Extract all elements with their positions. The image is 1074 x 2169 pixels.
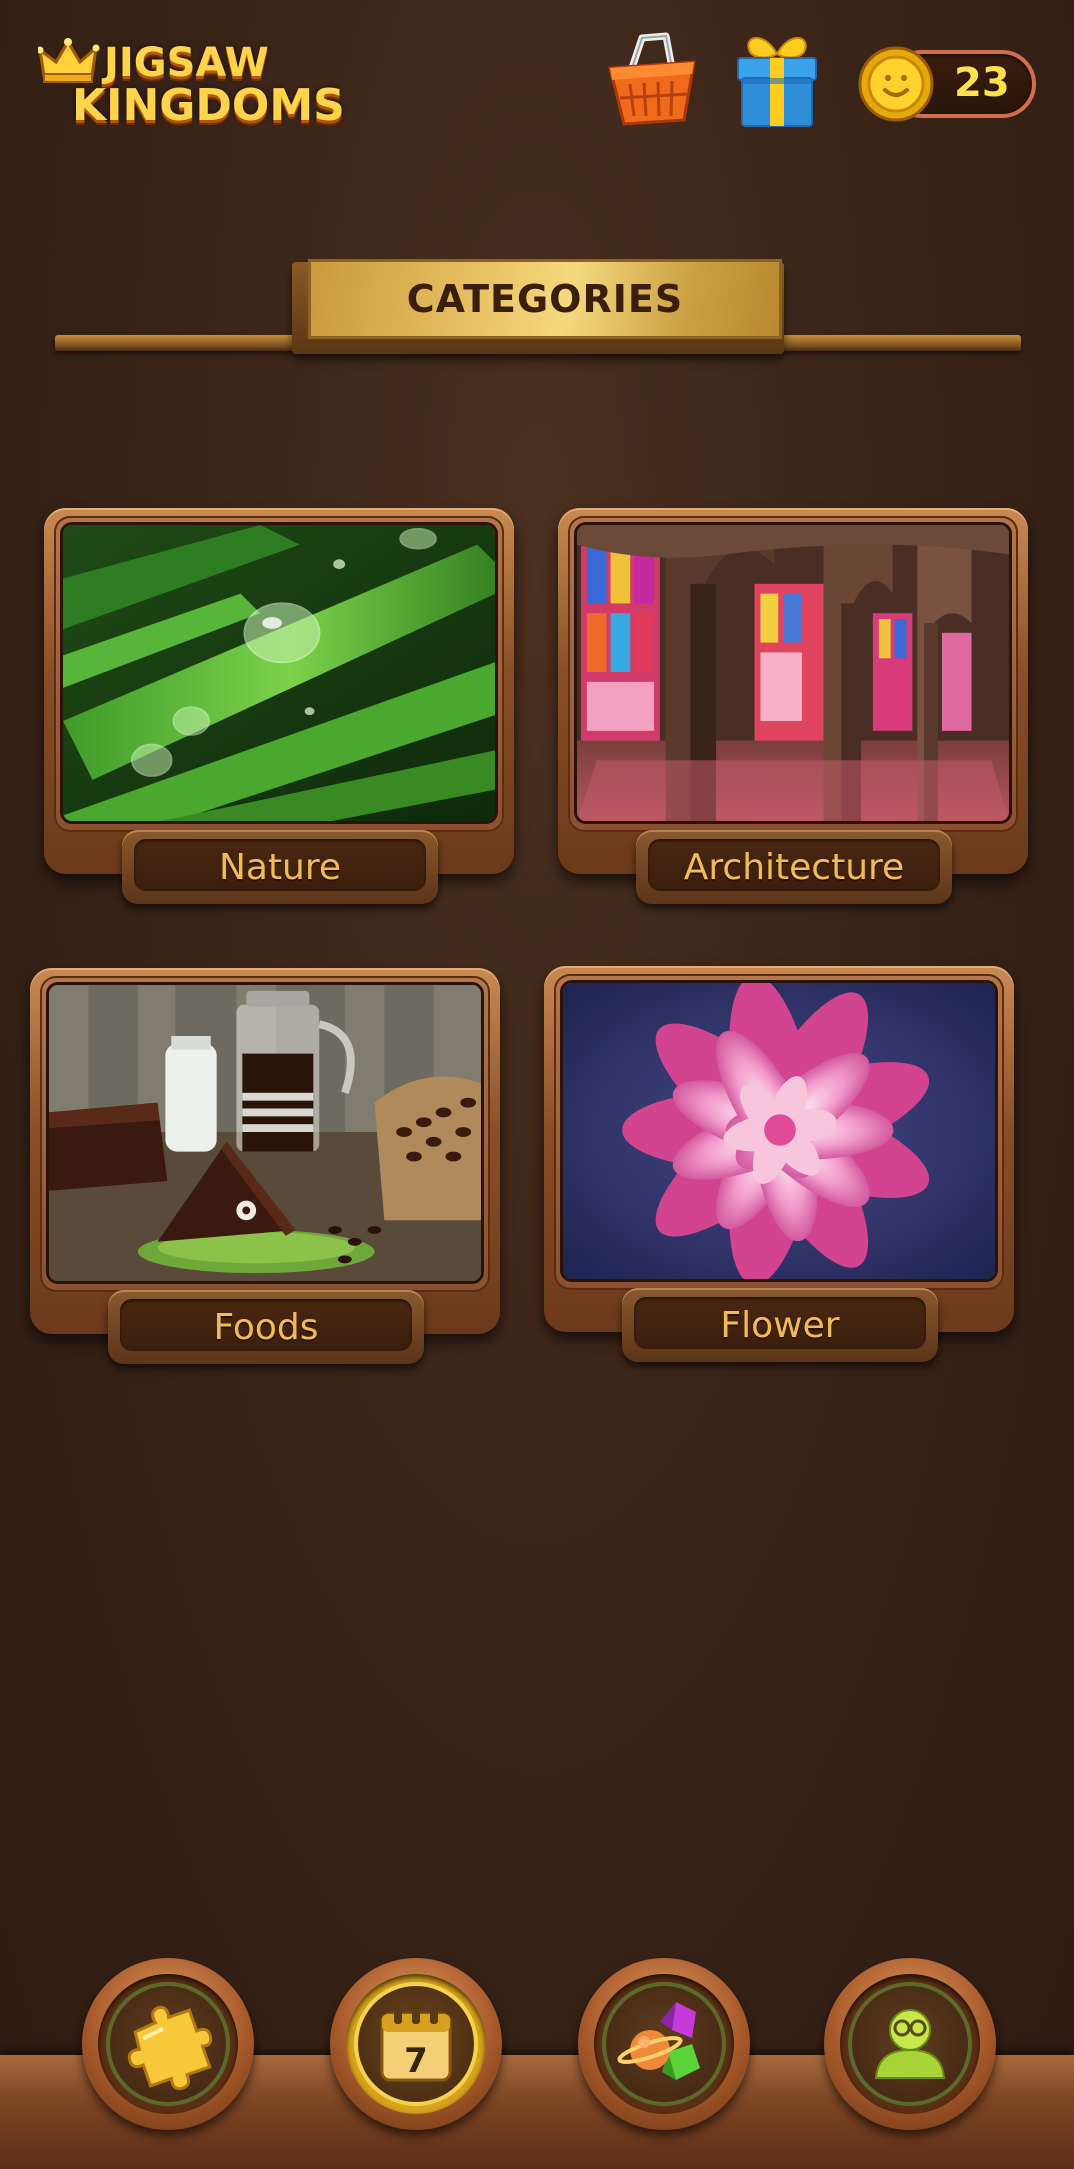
- shop-basket-icon: [608, 32, 696, 126]
- category-card-nature[interactable]: Nature: [44, 508, 514, 904]
- game-logo: JIGSAW KINGDOMS: [38, 36, 358, 136]
- category-image-foods: [46, 982, 484, 1284]
- nav-button-explore[interactable]: [578, 1958, 750, 2130]
- category-label-foods: Foods: [213, 1306, 319, 1348]
- category-image-flower: [560, 980, 998, 1282]
- category-label-plate: Architecture: [636, 830, 952, 904]
- category-label-flower: Flower: [720, 1304, 840, 1346]
- daily-calendar-icon: 7: [380, 2006, 452, 2082]
- profile-avatar-icon: [874, 2009, 946, 2079]
- shop-button[interactable]: [604, 28, 700, 132]
- planet-shapes-icon: [617, 2002, 700, 2080]
- nav-button-profile[interactable]: [824, 1958, 996, 2130]
- nav-button-daily[interactable]: 7: [330, 1958, 502, 2130]
- category-card-foods[interactable]: Foods: [30, 968, 500, 1364]
- nav-button-puzzles[interactable]: [82, 1958, 254, 2130]
- category-card-architecture[interactable]: Architecture: [558, 508, 1028, 904]
- crown-icon: [38, 38, 100, 83]
- category-image-architecture: [574, 522, 1012, 824]
- category-card-flower[interactable]: Flower: [544, 966, 1014, 1362]
- coin-icon: [858, 46, 934, 122]
- category-label-plate: Nature: [122, 830, 438, 904]
- coin-counter[interactable]: 23: [858, 46, 1038, 122]
- puzzle-piece-icon: [127, 2005, 213, 2091]
- category-label-architecture: Architecture: [683, 846, 905, 888]
- coin-count: 23: [954, 60, 1010, 106]
- page-title: CATEGORIES: [406, 277, 684, 321]
- categories-banner: CATEGORIES: [308, 259, 782, 339]
- gift-box-icon: [737, 37, 817, 127]
- logo-text-line2: KINGDOMS: [72, 80, 345, 131]
- category-image-nature: [60, 522, 498, 824]
- calendar-day-number: 7: [404, 2041, 428, 2081]
- category-label-nature: Nature: [218, 846, 342, 888]
- gift-button[interactable]: [728, 24, 826, 132]
- category-label-plate: Foods: [108, 1290, 424, 1364]
- category-label-plate: Flower: [622, 1288, 938, 1362]
